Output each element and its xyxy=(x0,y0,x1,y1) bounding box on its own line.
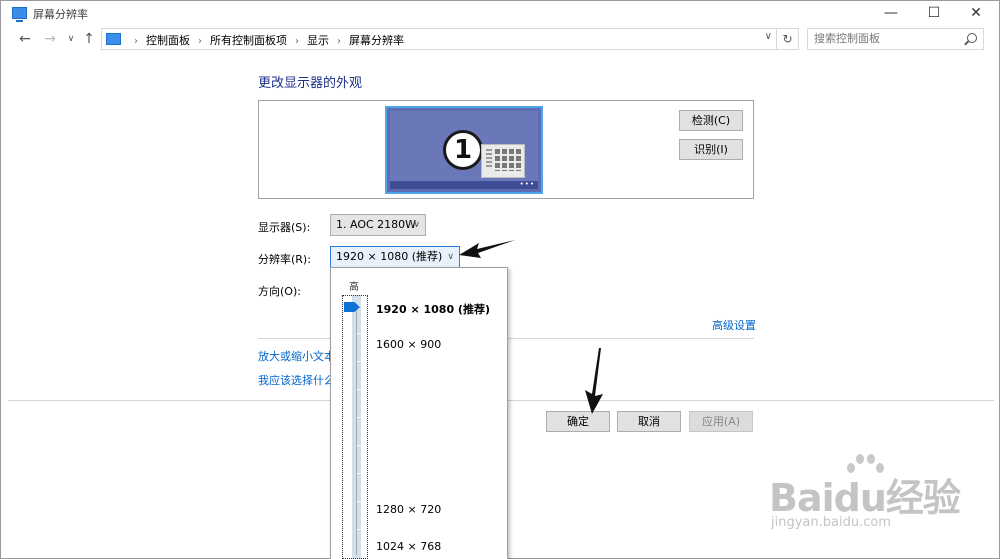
monitor-number-badge: 1 xyxy=(443,130,483,170)
annotation-arrow-ok xyxy=(585,348,603,414)
maximize-button[interactable]: ☐ xyxy=(914,1,954,26)
up-arrow-icon[interactable]: ↑ xyxy=(79,29,99,49)
breadcrumb-item-screen-resolution[interactable]: 屏幕分辨率 xyxy=(349,32,404,48)
slider-high-label: 高 xyxy=(349,282,359,293)
zoom-text-link[interactable]: 放大或缩小文本 xyxy=(258,348,335,364)
monitor-dots: ••• xyxy=(519,180,535,188)
back-arrow-icon[interactable]: ← xyxy=(15,29,35,49)
refresh-icon[interactable]: ↻ xyxy=(777,28,799,50)
recent-locations-chevron-icon[interactable]: ∨ xyxy=(61,29,81,49)
breadcrumb-item-all-items[interactable]: 所有控制面板项 xyxy=(210,32,287,48)
resolution-option[interactable]: 1280 × 720 xyxy=(376,503,441,516)
breadcrumb-separator: › xyxy=(337,36,341,47)
breadcrumb: › 控制面板 › 所有控制面板项 › 显示 › 屏幕分辨率 xyxy=(126,32,404,48)
resolution-select-value: 1920 × 1080 (推荐) xyxy=(336,250,443,263)
control-panel-icon xyxy=(12,7,27,22)
resolution-dropdown-panel: 高 1920 × 1080 (推荐) 1600 × 900 1280 × 720… xyxy=(330,267,508,559)
display-arrangement-panel: ••• 1 检测(C) 识别(I) xyxy=(258,100,754,199)
breadcrumb-item-control-panel[interactable]: 控制面板 xyxy=(146,32,190,48)
window-title: 屏幕分辨率 xyxy=(33,8,88,21)
identify-button[interactable]: 识别(I) xyxy=(679,139,743,160)
address-bar[interactable]: › 控制面板 › 所有控制面板项 › 显示 › 屏幕分辨率 ∨ xyxy=(101,28,777,50)
baidu-jingyan-watermark: Baidu经验 jingyan.baidu.com xyxy=(769,453,979,543)
watermark-url: jingyan.baidu.com xyxy=(771,515,891,530)
orientation-label: 方向(O): xyxy=(258,285,301,298)
title-bar: 屏幕分辨率 — ☐ ✕ xyxy=(1,1,999,26)
search-icon[interactable] xyxy=(967,33,977,43)
close-button[interactable]: ✕ xyxy=(956,1,996,26)
search-input[interactable] xyxy=(814,32,964,45)
help-choose-link[interactable]: 我应该选择什么 xyxy=(258,372,335,388)
resolution-label: 分辨率(R): xyxy=(258,253,311,266)
breadcrumb-separator: › xyxy=(134,36,138,47)
resolution-select[interactable]: 1920 × 1080 (推荐) ∨ xyxy=(330,246,460,268)
navigation-bar: ← → ∨ ↑ › 控制面板 › 所有控制面板项 › 显示 › 屏幕分辨率 ∨ ↻ xyxy=(1,26,999,53)
screen-resolution-window: 屏幕分辨率 — ☐ ✕ ← → ∨ ↑ › 控制面板 › 所有控制面板项 › 显示 › 屏幕分… xyxy=(0,0,1000,559)
minimize-button[interactable]: — xyxy=(871,1,911,26)
monitor-1-icon[interactable]: ••• 1 xyxy=(385,106,543,194)
control-panel-icon xyxy=(106,33,121,45)
breadcrumb-separator: › xyxy=(198,36,202,47)
resolution-option[interactable]: 1024 × 768 xyxy=(376,540,441,553)
annotation-arrow-resolution xyxy=(459,240,515,258)
detect-button[interactable]: 检测(C) xyxy=(679,110,743,131)
resolution-option[interactable]: 1600 × 900 xyxy=(376,338,441,351)
app-window-icon xyxy=(481,144,525,178)
monitor-taskbar xyxy=(390,181,538,189)
watermark-logo-text: Baidu经验 xyxy=(769,476,961,520)
display-select[interactable]: 1. AOC 2180W ∨ xyxy=(330,214,426,236)
forward-arrow-icon[interactable]: → xyxy=(40,29,60,49)
breadcrumb-item-display[interactable]: 显示 xyxy=(307,32,329,48)
page-title: 更改显示器的外观 xyxy=(258,76,363,91)
chevron-down-icon: ∨ xyxy=(413,220,420,230)
display-label: 显示器(S): xyxy=(258,221,311,234)
advanced-settings-link[interactable]: 高级设置 xyxy=(712,317,756,333)
display-select-value: 1. AOC 2180W xyxy=(336,218,417,231)
breadcrumb-separator: › xyxy=(295,36,299,47)
slider-ticks xyxy=(356,305,368,555)
search-box[interactable] xyxy=(807,28,984,50)
cancel-button[interactable]: 取消 xyxy=(617,411,681,432)
chevron-down-icon: ∨ xyxy=(447,252,454,262)
resolution-option[interactable]: 1920 × 1080 (推荐) xyxy=(376,301,490,317)
apply-button[interactable]: 应用(A) xyxy=(689,411,753,432)
address-dropdown-chevron-icon[interactable]: ∨ xyxy=(765,31,772,42)
